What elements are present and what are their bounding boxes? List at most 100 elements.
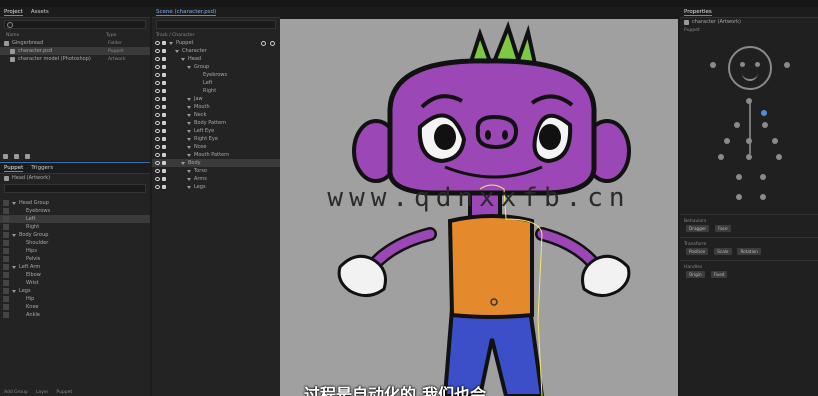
visibility-icon[interactable] — [155, 97, 160, 101]
import-icon[interactable] — [14, 154, 19, 159]
lock-icon[interactable] — [162, 145, 166, 149]
layer-row[interactable]: Mouth — [152, 103, 280, 111]
lock-icon[interactable] — [162, 113, 166, 117]
handle-spine[interactable] — [746, 138, 752, 144]
visibility-icon[interactable] — [155, 185, 160, 189]
layer-row[interactable]: Left Eye — [152, 127, 280, 135]
visibility-icon[interactable] — [155, 65, 160, 69]
visibility-icon[interactable] — [155, 161, 160, 165]
handle-tag[interactable]: Fixed — [710, 271, 728, 278]
handle-right-ear[interactable] — [784, 62, 790, 68]
puppet-child[interactable]: Ankle — [0, 311, 150, 319]
handle-tag[interactable]: Origin — [686, 271, 705, 278]
visibility-icon[interactable] — [155, 137, 160, 141]
lock-icon[interactable] — [162, 153, 166, 157]
visibility-icon[interactable] — [155, 121, 160, 125]
visibility-icon[interactable] — [155, 89, 160, 93]
lock-icon[interactable] — [162, 73, 166, 77]
puppet-child[interactable]: Hips — [0, 247, 150, 255]
visibility-icon[interactable] — [155, 169, 160, 173]
layer-row[interactable]: Nose — [152, 143, 280, 151]
tab-triggers[interactable]: Triggers — [31, 165, 53, 171]
layer-row[interactable]: Character — [152, 47, 280, 55]
handle-left-shoulder[interactable] — [734, 122, 740, 128]
handle-left-knee[interactable] — [736, 174, 742, 180]
puppet-child[interactable]: Pelvis — [0, 255, 150, 263]
layer-button[interactable]: Layer — [36, 390, 49, 395]
handle-left-ear[interactable] — [710, 62, 716, 68]
lock-icon[interactable] — [162, 177, 166, 181]
delete-icon[interactable] — [25, 154, 30, 159]
layer-row[interactable]: Body — [152, 159, 280, 167]
record-icon[interactable] — [261, 40, 266, 46]
layer-row[interactable]: Right Eye — [152, 135, 280, 143]
tab-assets[interactable]: Assets — [31, 9, 49, 15]
visibility-icon[interactable] — [155, 129, 160, 133]
lock-icon[interactable] — [162, 129, 166, 133]
handle-right-arm[interactable] — [772, 138, 778, 144]
layer-row[interactable]: Mouth Pattern — [152, 151, 280, 159]
tab-project[interactable]: Project — [4, 9, 23, 16]
layer-row[interactable]: Group — [152, 63, 280, 71]
tab-puppet[interactable]: Puppet — [4, 165, 24, 172]
tab-properties[interactable]: Properties — [684, 9, 712, 16]
layer-row[interactable]: Torso — [152, 167, 280, 175]
visibility-icon[interactable] — [155, 49, 160, 53]
layer-row[interactable]: Jaw — [152, 95, 280, 103]
handle-right-hand[interactable] — [776, 154, 782, 160]
handle-hip[interactable] — [746, 154, 752, 160]
lock-icon[interactable] — [162, 97, 166, 101]
puppet-child[interactable]: Wrist — [0, 279, 150, 287]
lock-icon[interactable] — [162, 41, 166, 45]
scene-root-row[interactable]: Puppet — [152, 39, 280, 47]
transform-tag[interactable]: Position — [686, 248, 709, 255]
handle-right-knee[interactable] — [760, 174, 766, 180]
layer-row[interactable]: Body Pattern — [152, 119, 280, 127]
lock-icon[interactable] — [162, 185, 166, 189]
record-icon[interactable] — [270, 40, 275, 46]
puppet-child[interactable]: Hip — [0, 295, 150, 303]
puppet-child[interactable]: Eyebrows — [0, 207, 150, 215]
project-item-puppet[interactable]: character.psd Puppet — [0, 47, 150, 55]
handle-right-foot[interactable] — [760, 194, 766, 200]
puppet-child[interactable]: Right — [0, 223, 150, 231]
lock-icon[interactable] — [162, 169, 166, 173]
layer-row[interactable]: Arms — [152, 175, 280, 183]
visibility-icon[interactable] — [155, 145, 160, 149]
handle-left-foot[interactable] — [736, 194, 742, 200]
visibility-icon[interactable] — [155, 41, 160, 45]
handle-left-hand[interactable] — [718, 154, 724, 160]
handle-neck[interactable] — [746, 98, 752, 104]
visibility-icon[interactable] — [155, 105, 160, 109]
transform-tag[interactable]: Rotation — [737, 248, 761, 255]
layer-row[interactable]: Left — [152, 79, 280, 87]
puppet-child[interactable]: Knee — [0, 303, 150, 311]
lock-icon[interactable] — [162, 65, 166, 69]
tab-scene[interactable]: Scene (character.psd) — [156, 9, 217, 16]
puppet-child[interactable]: Left — [0, 215, 150, 223]
lock-icon[interactable] — [162, 49, 166, 53]
lock-icon[interactable] — [162, 81, 166, 85]
lock-icon[interactable] — [162, 105, 166, 109]
puppet-group[interactable]: Head Group — [0, 199, 150, 207]
project-search-input[interactable] — [4, 20, 146, 29]
add-group-button[interactable]: Add Group — [4, 390, 28, 395]
layer-row[interactable]: Right — [152, 87, 280, 95]
handle-right-shoulder[interactable] — [762, 122, 768, 128]
new-folder-icon[interactable] — [3, 154, 8, 159]
visibility-icon[interactable] — [155, 177, 160, 181]
visibility-icon[interactable] — [155, 81, 160, 85]
project-item-folder[interactable]: Gingerbread Folder — [0, 39, 150, 47]
lock-icon[interactable] — [162, 89, 166, 93]
handle-left-arm[interactable] — [724, 138, 730, 144]
layer-row[interactable]: Neck — [152, 111, 280, 119]
behavior-tag[interactable]: Face — [715, 225, 731, 232]
puppet-group[interactable]: Left Arm — [0, 263, 150, 271]
layer-row[interactable]: Eyebrows — [152, 71, 280, 79]
scene-search-input[interactable] — [156, 20, 276, 29]
project-item-artwork[interactable]: character model (Photoshop) Artwork — [0, 55, 150, 63]
puppet-child[interactable]: Shoulder — [0, 239, 150, 247]
puppet-group[interactable]: Legs — [0, 287, 150, 295]
visibility-icon[interactable] — [155, 73, 160, 77]
layer-row[interactable]: Head — [152, 55, 280, 63]
